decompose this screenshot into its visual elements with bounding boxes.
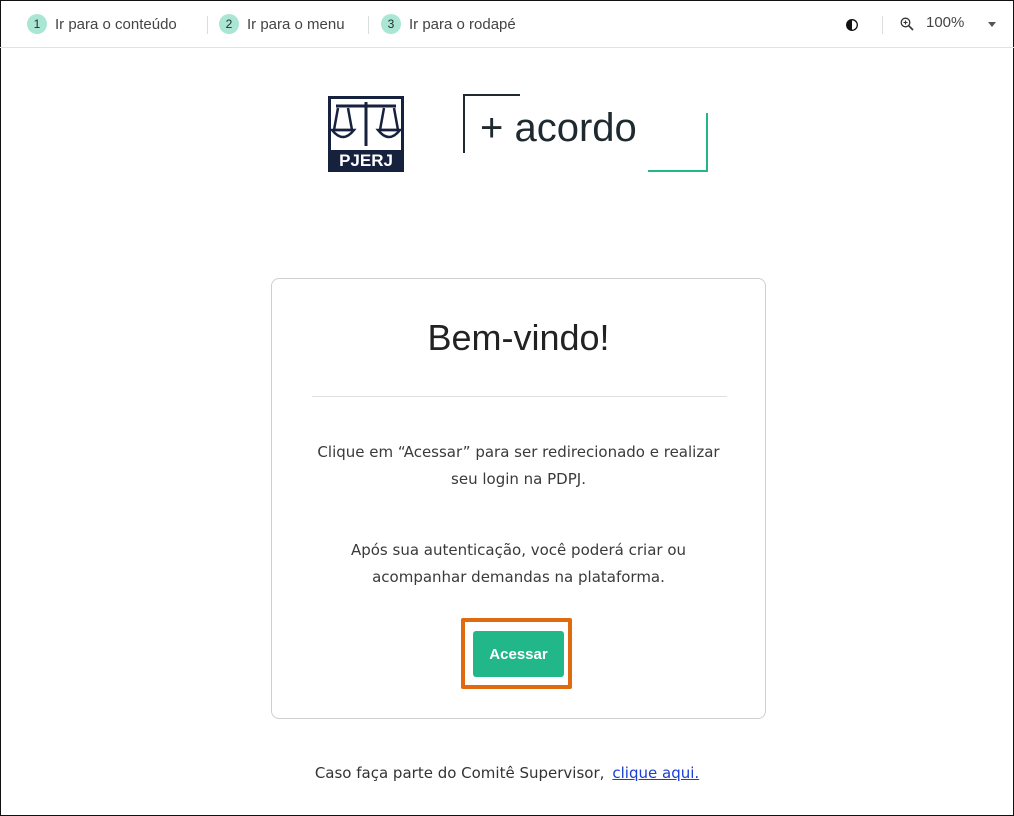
- divider: [207, 16, 208, 34]
- accessibility-bar: 1 Ir para o conteúdo 2 Ir para o menu 3 …: [0, 0, 1014, 48]
- skip-link-content[interactable]: 1 Ir para o conteúdo: [27, 13, 177, 35]
- footer-text: Caso faça parte do Comitê Supervisor,: [314, 764, 605, 782]
- skip-link-menu[interactable]: 2 Ir para o menu: [219, 13, 345, 35]
- zoom-in-icon[interactable]: [900, 17, 914, 31]
- chevron-down-icon[interactable]: [988, 22, 996, 27]
- skip-number-badge: 1: [27, 14, 47, 34]
- divider: [882, 16, 883, 34]
- pjerj-logo: PJERJ: [328, 96, 404, 172]
- contrast-icon[interactable]: [846, 19, 858, 31]
- acordo-logo-text: + acordo: [480, 106, 637, 150]
- card-title: Bem-vindo!: [427, 317, 610, 358]
- skip-link-footer[interactable]: 3 Ir para o rodapé: [381, 13, 516, 35]
- pjerj-logo-text: PJERJ: [339, 151, 393, 170]
- zoom-level[interactable]: 100%: [926, 14, 964, 31]
- card-paragraph-login: Clique em “Acessar” para ser redireciona…: [317, 443, 720, 488]
- divider: [368, 16, 369, 34]
- access-button[interactable]: Acessar: [473, 631, 564, 677]
- skip-number-badge: 2: [219, 14, 239, 34]
- card-paragraph-info: Após sua autenticação, você poderá criar…: [350, 541, 687, 586]
- acordo-logo: + acordo: [463, 94, 708, 172]
- skip-link-label: Ir para o menu: [247, 15, 345, 33]
- committee-link[interactable]: clique aqui.: [612, 764, 699, 782]
- footer: Caso faça parte do Comitê Supervisor, cli…: [0, 764, 1014, 782]
- skip-link-label: Ir para o conteúdo: [55, 15, 177, 33]
- skip-number-badge: 3: [381, 14, 401, 34]
- skip-link-label: Ir para o rodapé: [409, 15, 516, 33]
- card-divider: [312, 396, 727, 397]
